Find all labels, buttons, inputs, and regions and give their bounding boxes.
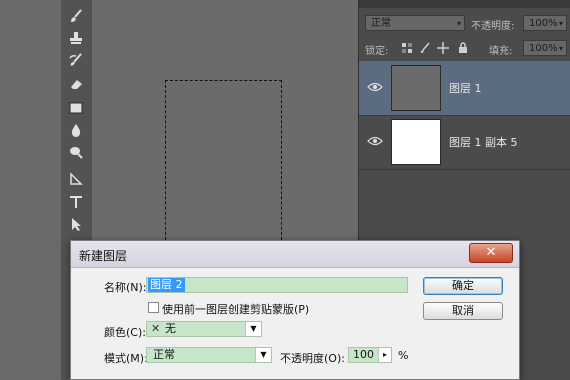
chevron-down-icon: ▼ [255, 348, 271, 362]
path-selection-tool[interactable] [65, 170, 87, 190]
type-icon [70, 196, 82, 208]
mode-label: 模式(M): [104, 352, 148, 365]
history-brush-icon [69, 53, 82, 66]
layer-name-value: 图层 2 [148, 278, 185, 292]
color-label: 颜色(C): [104, 326, 146, 339]
name-label: 名称(N): [104, 281, 147, 294]
close-icon: ✕ [485, 245, 497, 260]
left-dock-strip [0, 0, 61, 380]
visibility-eye-icon[interactable] [367, 80, 383, 94]
clone-stamp-icon [70, 32, 82, 44]
mode-select[interactable]: 正常 ▼ [146, 347, 272, 363]
opacity-unit: % [398, 349, 409, 362]
fill-opacity-value: 100% [529, 43, 558, 54]
no-color-x-icon: ✕ [151, 322, 161, 335]
type-tool[interactable] [65, 192, 87, 212]
layer-opacity-field[interactable]: 100% ▾ [523, 15, 567, 31]
lock-label: 锁定: [365, 46, 389, 57]
blend-mode-dropdown[interactable]: 正常 ▾ [365, 15, 465, 31]
dialog-titlebar[interactable]: 新建图层 ✕ [71, 241, 519, 268]
blur-icon [71, 124, 81, 137]
blur-tool[interactable] [65, 120, 87, 140]
dialog-title: 新建图层 [79, 249, 128, 263]
layer-opacity-value: 100% [529, 18, 558, 29]
chevron-down-icon: ▼ [245, 322, 261, 336]
opacity-label: 不透明度: [471, 21, 515, 32]
clip-mask-label[interactable]: 使用前一图层创建剪贴蒙版(P) [162, 301, 309, 317]
close-button[interactable]: ✕ [469, 243, 513, 263]
layer-thumbnail [391, 65, 441, 111]
layer-name-input[interactable] [146, 277, 408, 293]
clone-stamp-tool[interactable] [65, 28, 87, 48]
gradient-tool[interactable] [65, 98, 87, 118]
chevron-right-icon[interactable]: ▸ [378, 348, 391, 362]
clip-mask-checkbox[interactable] [148, 302, 159, 313]
opacity-input-value: 100 [353, 348, 374, 361]
opacity-input[interactable]: 100 ▸ [348, 347, 392, 363]
lock-image-pixels-icon[interactable] [419, 42, 431, 54]
selection-marquee [165, 80, 282, 250]
chevron-down-icon: ▾ [558, 44, 563, 53]
brush-icon [71, 9, 82, 22]
brush-tool[interactable] [65, 6, 87, 26]
direct-selection-tool[interactable] [65, 214, 87, 234]
chevron-down-icon: ▾ [456, 19, 461, 28]
layer-row-layer-1-copy-5[interactable]: 图层 1 副本 5 [359, 115, 570, 170]
mode-select-value: 正常 [153, 348, 175, 361]
fill-opacity-field[interactable]: 100% ▾ [523, 40, 567, 56]
opacity-field-label: 不透明度(O): [280, 352, 345, 365]
color-select[interactable]: ✕ 无 ▼ [146, 321, 262, 337]
path-selection-icon [70, 172, 83, 185]
eraser-tool[interactable] [65, 74, 87, 94]
history-brush-tool[interactable] [65, 50, 87, 70]
gradient-icon [69, 102, 83, 114]
layer-row-layer-1[interactable]: 图层 1 [359, 61, 570, 116]
panel-header-strip [359, 0, 570, 8]
blend-mode-value: 正常 [371, 18, 391, 29]
direct-selection-icon [72, 218, 81, 231]
layer-name: 图层 1 副本 5 [449, 136, 518, 149]
dodge-icon [70, 147, 83, 159]
chevron-down-icon: ▾ [558, 19, 563, 28]
visibility-eye-icon[interactable] [367, 134, 383, 148]
lock-transparent-pixels-icon[interactable] [401, 42, 413, 54]
eraser-icon [71, 80, 82, 89]
color-select-value: 无 [165, 322, 176, 335]
cancel-button[interactable]: 取消 [423, 302, 503, 320]
lock-position-icon[interactable] [437, 42, 449, 54]
layer-name: 图层 1 [449, 82, 482, 95]
fill-label: 填充: [489, 46, 513, 57]
ok-button[interactable]: 确定 [423, 277, 503, 295]
dodge-tool[interactable] [65, 142, 87, 162]
lock-all-icon[interactable] [457, 42, 469, 54]
layer-thumbnail [391, 119, 441, 165]
